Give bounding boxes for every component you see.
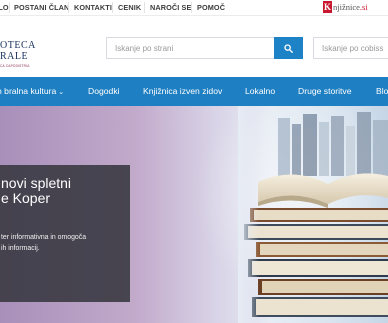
knjiznice-logo-mark: K (323, 1, 332, 13)
books-illustration (238, 106, 388, 323)
divider (9, 2, 10, 13)
nav-item-lokalno[interactable]: Lokalno (245, 86, 275, 96)
hero-banner[interactable]: novi spletni e Koper ter informativna in… (0, 106, 388, 323)
top-utility-bar: ALO POSTANI ČLAN KONTAKTI CENIK NAROČI S… (0, 0, 388, 16)
cobiss-search-input[interactable]: Iskanje po cobiss (313, 37, 388, 59)
hero-card: novi spletni e Koper ter informativna in… (0, 165, 130, 302)
top-link-cenik[interactable]: CENIK (118, 3, 141, 12)
library-logo-line2: RALE (0, 51, 29, 62)
divider (144, 2, 145, 13)
knjiznice-logo-text: njižnice.si (333, 2, 368, 12)
top-link-alo[interactable]: ALO (0, 3, 9, 12)
hero-title-line1: novi spletni (1, 175, 72, 191)
top-link-postani-clan[interactable]: POSTANI ČLAN (14, 3, 69, 12)
hero-text-line2: ih informacij. (1, 245, 40, 252)
nav-item-bralna-kultura[interactable]: n bralna kultura ⌄ (0, 86, 64, 96)
top-link-pomoc[interactable]: POMOČ (197, 3, 225, 12)
divider (112, 2, 113, 13)
hero-title-line2: e Koper (1, 190, 51, 206)
nav-item-blog[interactable]: Blo (376, 86, 388, 96)
cobiss-search-placeholder: Iskanje po cobiss (322, 44, 384, 53)
knjiznice-logo[interactable]: K njižnice.si (323, 1, 385, 14)
top-link-naroci-se[interactable]: NAROČI SE (150, 3, 191, 12)
top-link-kontakti[interactable]: KONTAKTI (74, 3, 112, 12)
nav-item-druge-storitve[interactable]: Druge storitve (298, 86, 352, 96)
chevron-down-icon: ⌄ (58, 89, 65, 96)
site-search-input[interactable]: Iskanje po strani (106, 37, 274, 59)
search-button[interactable] (274, 37, 303, 59)
library-logo-line3: CA CAPODISTRIA (0, 64, 30, 68)
library-logo-line1: OTECA (0, 40, 36, 51)
divider (191, 2, 192, 13)
hero-text-line1: ter informativna in omogoča (1, 234, 87, 241)
library-logo[interactable]: OTECA RALE CA CAPODISTRIA (0, 36, 40, 72)
nav-item-dogodki[interactable]: Dogodki (88, 86, 120, 96)
nav-item-knjiznica-izven-zidov[interactable]: Knjižnica izven zidov (143, 86, 222, 96)
search-icon (284, 44, 293, 53)
main-nav: n bralna kultura ⌄ Dogodki Knjižnica izve… (0, 77, 388, 106)
site-search-placeholder: Iskanje po strani (115, 44, 174, 53)
divider (68, 2, 69, 13)
